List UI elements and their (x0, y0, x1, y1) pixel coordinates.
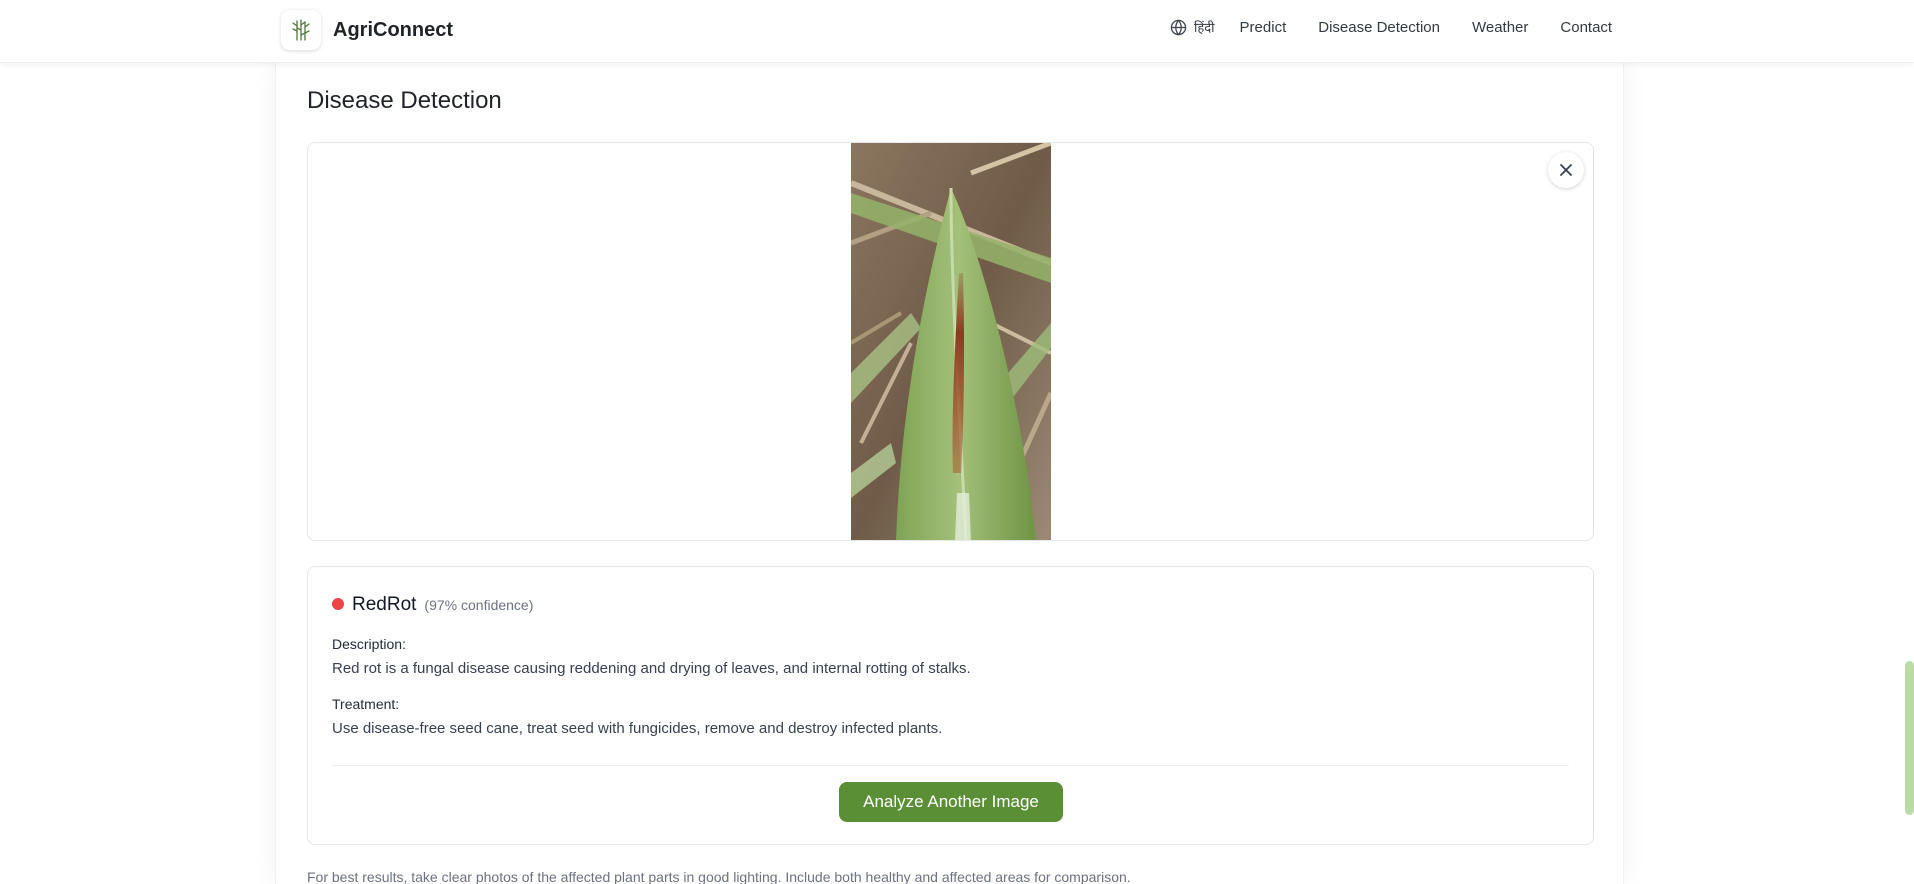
main-content: Disease Detection RedRot (97% confidence… (275, 63, 1624, 884)
globe-icon (1170, 19, 1187, 35)
main-nav: हिंदी Predict Disease Detection Weather … (1170, 18, 1612, 36)
disease-name: RedRot (352, 594, 417, 615)
nav-item-disease-detection[interactable]: Disease Detection (1318, 19, 1440, 36)
confidence-value: (97% confidence) (424, 597, 534, 613)
treatment-text: Use disease-free seed cane, treat seed w… (332, 720, 943, 737)
page-title: Disease Detection (307, 87, 502, 114)
status-indicator (332, 598, 344, 610)
description-text: Red rot is a fungal disease causing redd… (332, 660, 971, 677)
image-preview-card (307, 142, 1594, 541)
nav-item-contact[interactable]: Contact (1560, 19, 1612, 36)
detection-result-card: RedRot (97% confidence) Description: Red… (307, 566, 1594, 845)
language-switcher[interactable]: हिंदी (1170, 18, 1215, 36)
logo (281, 10, 321, 50)
nav-item-predict[interactable]: Predict (1240, 19, 1287, 36)
sugarcane-plant-icon (292, 19, 310, 41)
brand-name: AgriConnect (333, 18, 453, 41)
analyze-another-button[interactable]: Analyze Another Image (839, 782, 1063, 822)
treatment-label: Treatment: (332, 696, 400, 712)
result-header: RedRot (97% confidence) (332, 594, 533, 616)
uploaded-leaf-image (851, 143, 1051, 540)
divider (332, 765, 1569, 766)
brand[interactable]: AgriConnect (281, 10, 453, 50)
top-navbar: AgriConnect हिंदी Predict Disease Detect… (0, 0, 1914, 63)
language-label: हिंदी (1194, 21, 1215, 36)
close-icon (1560, 164, 1572, 176)
scrollbar-thumb[interactable] (1905, 661, 1914, 815)
description-label: Description: (332, 636, 406, 652)
photo-tip: For best results, take clear photos of t… (307, 869, 1131, 884)
remove-image-button[interactable] (1548, 152, 1584, 188)
nav-item-weather[interactable]: Weather (1472, 19, 1528, 36)
